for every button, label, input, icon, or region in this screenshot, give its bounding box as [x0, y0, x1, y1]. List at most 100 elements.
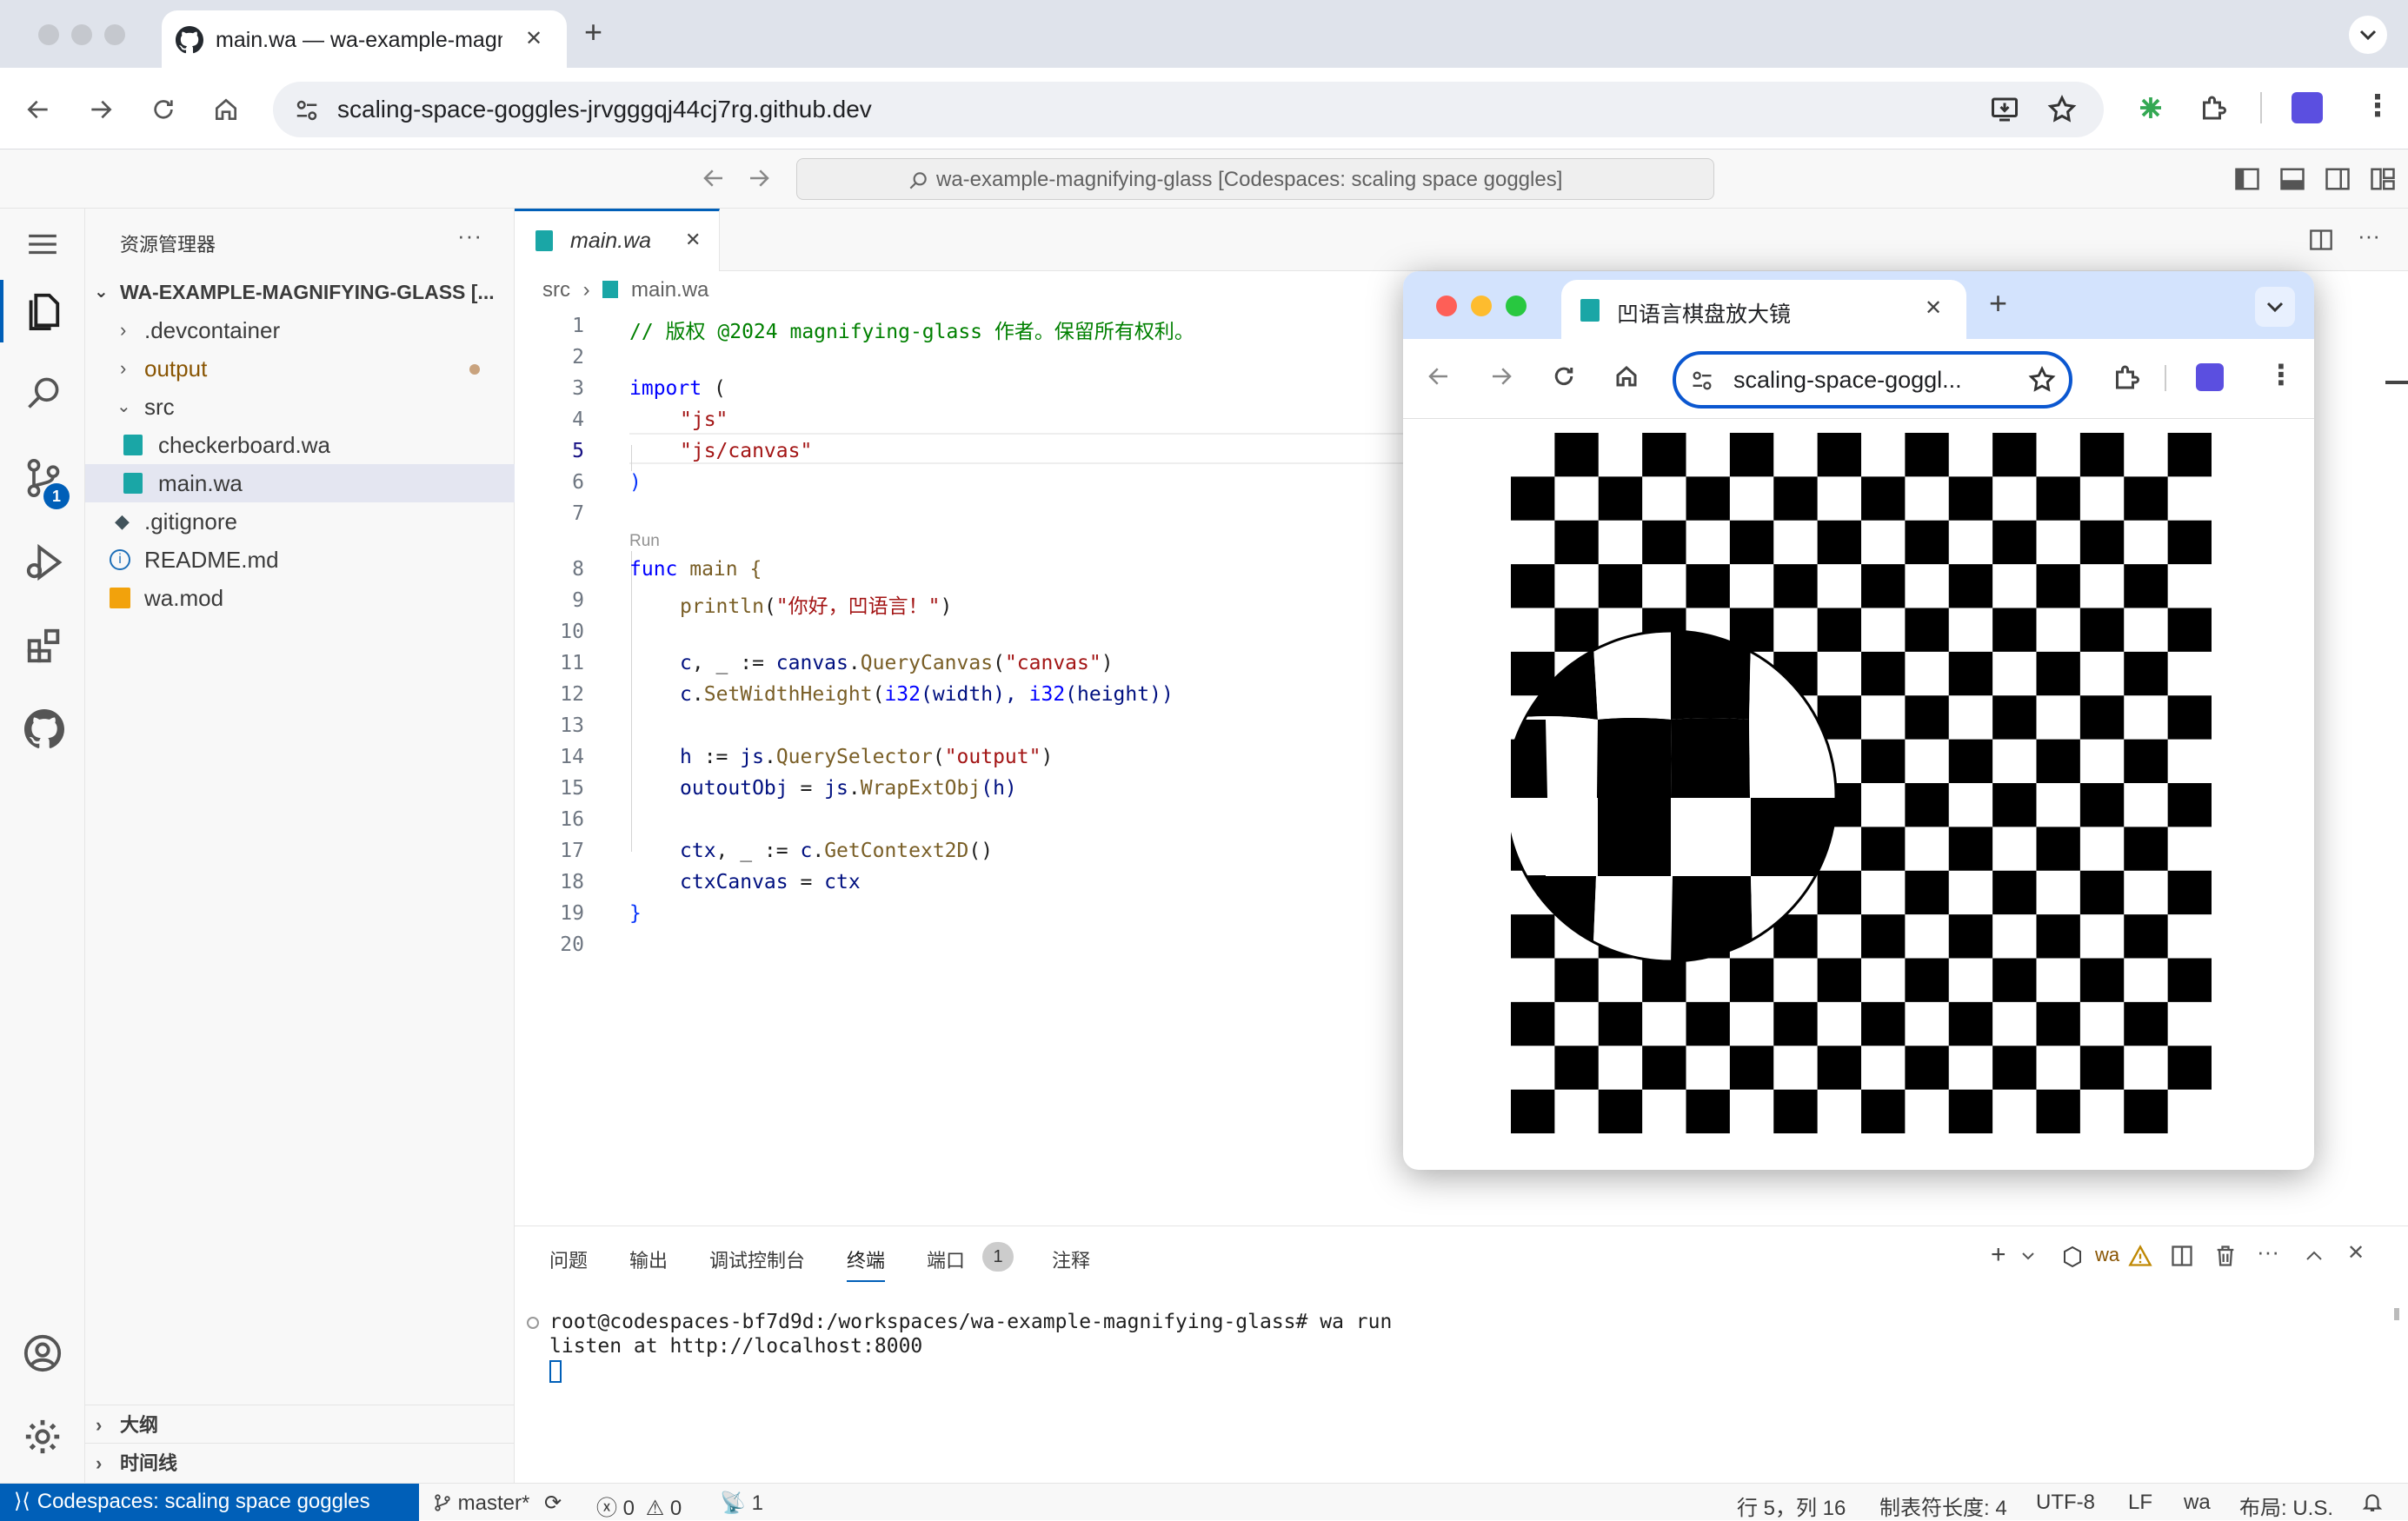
bookmark-star-icon[interactable]: [2027, 365, 2057, 395]
browser-menu-icon[interactable]: ⋮: [2363, 89, 2392, 123]
code-line[interactable]: outoutObj = js.WrapExtObj(h): [629, 777, 1017, 800]
github-icon[interactable]: [24, 709, 64, 749]
code-line[interactable]: ctx, _ := c.GetContext2D(): [629, 840, 993, 862]
install-app-icon[interactable]: [1989, 94, 2020, 125]
editor-more-icon[interactable]: ···: [2358, 223, 2380, 249]
run-debug-icon[interactable]: [24, 542, 64, 582]
explorer-files-icon[interactable]: [23, 289, 63, 332]
code-line[interactable]: }: [629, 902, 642, 925]
breadcrumb-src[interactable]: src: [542, 278, 570, 302]
tree-item-main-selected[interactable]: main.wa: [85, 464, 515, 502]
back-icon[interactable]: [24, 96, 52, 123]
timeline-section[interactable]: › 时间线: [85, 1445, 515, 1483]
code-line[interactable]: ): [629, 471, 642, 494]
preview-address-bar[interactable]: scaling-space-goggl...: [1673, 351, 2072, 408]
browser-menu-icon[interactable]: ⋮: [2267, 358, 2295, 391]
nav-forward-icon[interactable]: [746, 165, 772, 191]
tree-item-output[interactable]: › output: [85, 349, 515, 388]
keyboard-layout[interactable]: 布局: U.S.: [2239, 1491, 2333, 1521]
window-zoom-button[interactable]: [1506, 296, 1527, 316]
codelens-run[interactable]: Run: [629, 532, 660, 551]
profile-avatar-icon[interactable]: [2292, 92, 2323, 123]
code-line[interactable]: func main {: [629, 558, 762, 581]
tree-item-checkerboard[interactable]: checkerboard.wa: [85, 426, 515, 464]
checkerboard-canvas[interactable]: [1511, 433, 2212, 1133]
extensions-puzzle-icon[interactable]: [2111, 362, 2142, 393]
panel-tab-terminal[interactable]: 终端: [847, 1245, 886, 1282]
forward-icon[interactable]: [1488, 363, 1514, 389]
code-line[interactable]: "js": [629, 408, 728, 431]
code-line[interactable]: "js/canvas": [629, 440, 812, 462]
extension-green-icon[interactable]: [2135, 92, 2166, 123]
toggle-secondary-sidebar-icon[interactable]: [2325, 167, 2351, 191]
browser-tab-active[interactable]: main.wa — wa-example-magnifying-glass ✕: [162, 10, 567, 68]
chevron-down-icon[interactable]: [2020, 1251, 2036, 1261]
terminal-output[interactable]: root@codespaces-bf7d9d:/workspaces/wa-ex…: [549, 1310, 1392, 1358]
terminal-scrollbar[interactable]: [2394, 1308, 2399, 1320]
forward-icon[interactable]: [87, 96, 115, 123]
root-folder[interactable]: ⌄ WA-EXAMPLE-MAGNIFYING-GLASS [...: [85, 273, 515, 311]
accounts-icon[interactable]: [23, 1333, 63, 1373]
code-line[interactable]: import (: [629, 377, 726, 400]
new-tab-button[interactable]: +: [1989, 285, 2007, 322]
code-line[interactable]: // 版权 @2024 magnifying-glass 作者。保留所有权利。: [629, 315, 1194, 344]
new-terminal-icon[interactable]: +: [1991, 1240, 2006, 1270]
explorer-more-icon[interactable]: ···: [457, 223, 482, 249]
preview-tab[interactable]: 凹语言棋盘放大镜 ✕: [1561, 280, 1966, 339]
panel-tab-output[interactable]: 输出: [629, 1245, 668, 1273]
panel-tab-ports[interactable]: 端口: [927, 1245, 965, 1273]
close-tab-icon[interactable]: ✕: [525, 26, 542, 51]
tree-item-wamod[interactable]: wa.mod: [85, 579, 515, 617]
maximize-panel-icon[interactable]: [2304, 1247, 2325, 1263]
window-close-button[interactable]: [1436, 296, 1457, 316]
panel-tab-debug-console[interactable]: 调试控制台: [709, 1245, 805, 1273]
tree-item-gitignore[interactable]: ◆ .gitignore: [85, 502, 515, 541]
window-zoom-button[interactable]: [104, 24, 125, 45]
tab-search-button[interactable]: [2349, 16, 2387, 54]
split-terminal-icon[interactable]: [2170, 1244, 2194, 1268]
split-editor-icon[interactable]: [2309, 228, 2333, 252]
notifications-bell-icon[interactable]: [2361, 1491, 2384, 1513]
nav-back-icon[interactable]: [701, 165, 727, 191]
warning-icon[interactable]: [2128, 1244, 2152, 1268]
trash-icon[interactable]: [2213, 1244, 2238, 1268]
settings-gear-icon[interactable]: [23, 1417, 63, 1457]
tree-item-devcontainer[interactable]: › .devcontainer: [85, 311, 515, 349]
close-icon[interactable]: ✕: [685, 229, 701, 251]
panel-more-icon[interactable]: ···: [2257, 1239, 2279, 1265]
window-minimize-button[interactable]: [1471, 296, 1492, 316]
terminal-profile-label[interactable]: wa: [2095, 1244, 2119, 1266]
code-line[interactable]: c, _ := canvas.QueryCanvas("canvas"): [629, 652, 1114, 674]
sync-icon[interactable]: ⟳: [544, 1491, 562, 1515]
reload-icon[interactable]: [150, 96, 177, 123]
breadcrumb-file[interactable]: main.wa: [631, 278, 708, 302]
extensions-icon[interactable]: [24, 626, 64, 666]
code-line[interactable]: c.SetWidthHeight(i32(width), i32(height)…: [629, 683, 1174, 706]
toggle-panel-icon[interactable]: [2279, 167, 2305, 191]
back-icon[interactable]: [1426, 363, 1452, 389]
tab-search-button[interactable]: [2255, 287, 2295, 327]
encoding[interactable]: UTF-8: [2036, 1491, 2095, 1515]
address-bar[interactable]: scaling-space-goggles-jrvgggqj44cj7rg.gi…: [273, 82, 2104, 137]
site-info-icon[interactable]: [1690, 369, 1714, 393]
eol[interactable]: LF: [2128, 1491, 2152, 1515]
indentation[interactable]: 制表符长度: 4: [1879, 1491, 2007, 1521]
editor-tab-main[interactable]: main.wa ✕: [515, 209, 720, 271]
close-tab-icon[interactable]: ✕: [1925, 296, 1942, 321]
new-tab-button[interactable]: +: [584, 14, 602, 50]
home-icon[interactable]: [212, 96, 240, 123]
window-minimize-button[interactable]: [71, 24, 92, 45]
customize-layout-icon[interactable]: [2370, 167, 2396, 191]
language-mode[interactable]: wa: [2184, 1491, 2211, 1515]
code-line[interactable]: println("你好，凹语言！"): [629, 589, 952, 619]
outline-section[interactable]: › 大纲: [85, 1406, 515, 1445]
profile-avatar-icon[interactable]: [2196, 363, 2224, 391]
remote-indicator[interactable]: ⟩⟨ Codespaces: scaling space goggles: [0, 1484, 419, 1521]
extensions-puzzle-icon[interactable]: [2198, 92, 2229, 123]
cursor-position[interactable]: 行 5，列 16: [1737, 1491, 1846, 1521]
menu-icon[interactable]: [26, 231, 59, 257]
site-info-icon[interactable]: [294, 97, 320, 123]
home-icon[interactable]: [1613, 363, 1640, 389]
command-center[interactable]: wa-example-magnifying-glass [Codespaces:…: [796, 158, 1714, 200]
ports-indicator[interactable]: 📡 1: [720, 1491, 763, 1516]
